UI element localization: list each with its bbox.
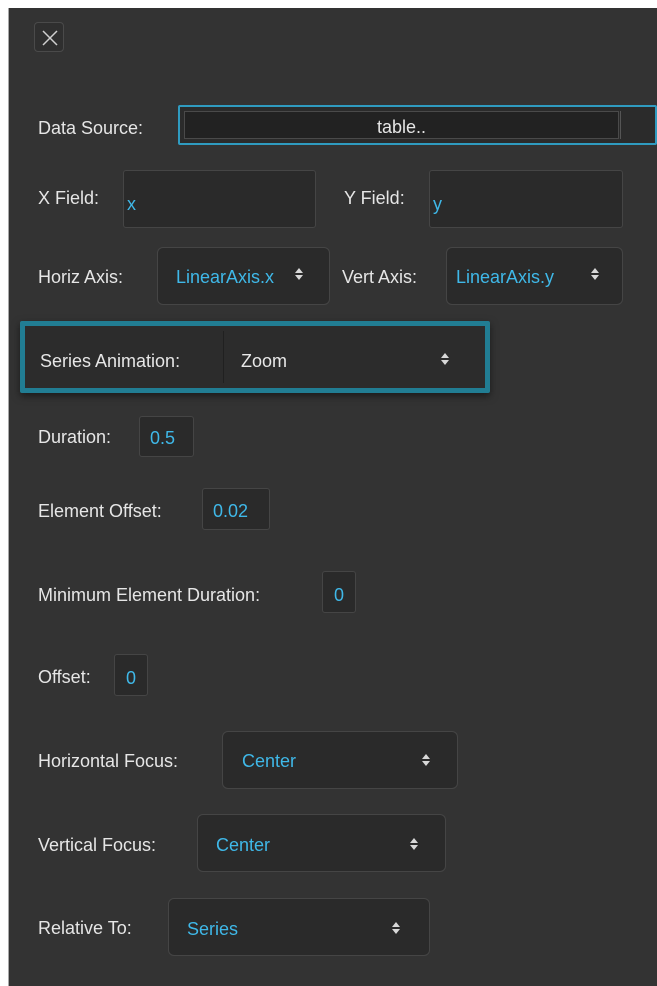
vert-axis-label: Vert Axis: — [342, 267, 418, 287]
close-button[interactable] — [34, 22, 64, 52]
select-arrows-icon — [392, 922, 400, 934]
relative-to-value: Series — [187, 919, 239, 939]
x-field-input[interactable]: x — [123, 170, 316, 228]
min-element-duration-input[interactable]: 0 — [322, 571, 356, 613]
element-offset-value: 0.02 — [213, 501, 249, 521]
select-arrows-icon — [591, 268, 599, 280]
series-animation-value: Zoom — [241, 351, 288, 371]
vertical-focus-select[interactable]: Center — [197, 814, 446, 872]
select-arrows-icon — [441, 353, 449, 365]
data-source-field[interactable]: table.. — [178, 105, 657, 145]
min-element-duration-label: Minimum Element Duration: — [38, 585, 261, 605]
vert-axis-select[interactable]: LinearAxis.y — [446, 247, 623, 305]
select-arrows-icon — [422, 754, 430, 766]
vertical-focus-value: Center — [216, 835, 271, 855]
data-source-value: table.. — [376, 117, 427, 137]
horiz-axis-value: LinearAxis.x — [176, 267, 275, 287]
element-offset-input[interactable]: 0.02 — [202, 488, 270, 530]
x-field-value: x — [127, 194, 136, 214]
y-field-value: y — [433, 194, 442, 214]
series-animation-select[interactable]: Zoom — [223, 328, 477, 386]
offset-input[interactable]: 0 — [114, 654, 148, 696]
min-element-duration-value: 0 — [334, 585, 345, 605]
close-icon — [42, 30, 58, 46]
series-animation-label: Series Animation: — [40, 351, 181, 371]
vertical-focus-label: Vertical Focus: — [38, 835, 157, 855]
horizontal-focus-select[interactable]: Center — [222, 731, 458, 789]
relative-to-select[interactable]: Series — [168, 898, 430, 956]
horizontal-focus-value: Center — [242, 751, 297, 771]
element-offset-label: Element Offset: — [38, 501, 162, 521]
horiz-axis-select[interactable]: LinearAxis.x — [157, 247, 330, 305]
y-field-input[interactable]: y — [429, 170, 623, 228]
select-arrows-icon — [410, 838, 418, 850]
y-field-label: Y Field: — [344, 188, 405, 208]
duration-input[interactable]: 0.5 — [139, 416, 194, 457]
x-field-label: X Field: — [38, 188, 100, 208]
relative-to-label: Relative To: — [38, 918, 132, 938]
duration-value: 0.5 — [150, 428, 176, 448]
data-source-label: Data Source: — [38, 118, 144, 138]
select-arrows-icon — [295, 268, 303, 280]
offset-value: 0 — [126, 668, 137, 688]
duration-label: Duration: — [38, 427, 112, 447]
horizontal-focus-label: Horizontal Focus: — [38, 751, 179, 771]
horiz-axis-label: Horiz Axis: — [38, 267, 124, 287]
vert-axis-value: LinearAxis.y — [456, 267, 555, 287]
offset-label: Offset: — [38, 667, 91, 687]
